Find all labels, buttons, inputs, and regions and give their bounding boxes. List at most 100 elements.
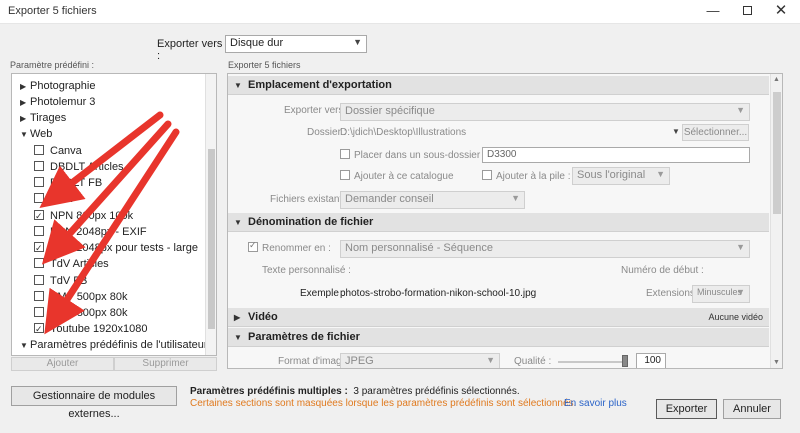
preset-label: NPN 2048px - EXIF: [50, 226, 147, 238]
add-catalog-label: Ajouter à ce catalogue: [354, 171, 454, 182]
minimize-button[interactable]: —: [702, 2, 724, 20]
close-button[interactable]: ✕: [770, 2, 792, 20]
preset-checkbox[interactable]: [34, 193, 44, 203]
rename-label: Renommer en :: [262, 243, 331, 254]
subfolder-checkbox-row[interactable]: Placer dans un sous-dossier :: [340, 149, 486, 161]
learn-more-link[interactable]: En savoir plus: [564, 398, 627, 409]
expand-triangle-icon: ▶: [20, 114, 27, 123]
preset-checkbox[interactable]: [34, 258, 44, 268]
example-value: photos-strobo-formation-nikon-school-10.…: [340, 288, 537, 299]
export-to-select[interactable]: Disque dur ▼: [225, 35, 367, 53]
preset-panel-label: Paramètre prédéfini :: [10, 60, 95, 70]
preset-checkbox[interactable]: [34, 240, 44, 256]
preset-item-dbdlt-articles[interactable]: DBDLT Articles: [34, 159, 124, 175]
chevron-down-icon: ▼: [353, 37, 362, 47]
chevron-down-icon: ▼: [511, 193, 520, 203]
section-video-header[interactable]: ▶ Vidéo Aucune vidéo: [228, 308, 769, 327]
rename-checkbox[interactable]: [248, 240, 258, 252]
preset-label: LCW: [50, 193, 75, 205]
chevron-down-icon: ▼: [656, 169, 665, 179]
select-value: JPEG: [345, 355, 374, 367]
chevron-down-icon: ▼: [736, 287, 745, 297]
scrollbar-thumb[interactable]: [773, 92, 781, 214]
preset-item-tdv-fb[interactable]: TdV FB: [34, 273, 87, 289]
preset-scrollbar[interactable]: [205, 74, 216, 355]
preset-item-tdv-articles[interactable]: TdV Articles: [34, 256, 109, 272]
section-title: Vidéo: [248, 311, 278, 323]
preset-item-vmp-500[interactable]: VMP 500px 80k: [34, 289, 127, 305]
preset-item-lcw[interactable]: LCW: [34, 191, 74, 207]
preset-item-npn-2048-exif[interactable]: NPN 2048px - EXIF: [34, 224, 147, 240]
add-stack-row[interactable]: Ajouter à la pile :: [482, 170, 571, 182]
section-location-header[interactable]: ▼ Emplacement d'exportation: [228, 76, 769, 95]
preset-label: Canva: [50, 145, 82, 157]
preset-checkbox[interactable]: [34, 226, 44, 236]
preset-checkbox[interactable]: [34, 145, 44, 155]
preset-checkbox[interactable]: [34, 161, 44, 171]
folder-dropdown-icon[interactable]: ▼: [672, 127, 680, 136]
scrollbar-thumb[interactable]: [208, 149, 215, 329]
scroll-down-icon[interactable]: ▼: [773, 359, 780, 366]
quality-slider-track[interactable]: [558, 361, 626, 363]
preset-folder-photolemur[interactable]: ▶ Photolemur 3: [20, 94, 95, 110]
preset-label: Photolemur 3: [30, 96, 96, 108]
scroll-up-icon[interactable]: ▲: [773, 76, 780, 83]
settings-scrollbar[interactable]: ▲ ▼: [770, 74, 782, 368]
remove-preset-button[interactable]: Supprimer: [114, 357, 217, 371]
select-value: Dossier spécifique: [345, 105, 435, 117]
preset-folder-web[interactable]: ▼ Web: [20, 126, 52, 142]
preset-checkbox[interactable]: [34, 208, 44, 224]
add-catalog-row[interactable]: Ajouter à ce catalogue: [340, 170, 454, 182]
preset-item-dbdlt-fb[interactable]: DBDLT FB: [34, 175, 102, 191]
stack-select[interactable]: Sous l'original ▼: [572, 167, 670, 185]
select-folder-button[interactable]: Sélectionner...: [682, 124, 749, 141]
module-manager-button[interactable]: Gestionnaire de modules externes...: [11, 386, 177, 420]
section-naming-header[interactable]: ▼ Dénomination de fichier: [228, 213, 769, 232]
section-file-settings-header[interactable]: ▼ Paramètres de fichier: [228, 328, 769, 347]
chevron-down-icon: ▼: [736, 105, 745, 115]
existing-files-select[interactable]: Demander conseil ▼: [340, 191, 525, 209]
chevron-down-icon: ▼: [486, 355, 495, 365]
collapse-triangle-icon: ▼: [20, 341, 28, 350]
preset-checkbox[interactable]: [34, 177, 44, 187]
preset-folder-tirages[interactable]: ▶ Tirages: [20, 110, 66, 126]
preset-folder-user[interactable]: ▼ Paramètres prédéfinis de l'utilisateur: [20, 337, 208, 353]
location-export-to-select[interactable]: Dossier spécifique ▼: [340, 103, 750, 121]
section-title: Emplacement d'exportation: [248, 79, 392, 91]
preset-label: Photographie: [30, 80, 96, 92]
quality-input[interactable]: 100: [636, 353, 666, 368]
preset-checkbox[interactable]: [34, 307, 44, 317]
quality-slider-handle[interactable]: [622, 355, 628, 367]
preset-checkbox[interactable]: [34, 321, 44, 337]
add-catalog-checkbox[interactable]: [340, 170, 350, 180]
preset-item-vmp-800[interactable]: VMP 800px 80k: [34, 305, 127, 321]
subfolder-input[interactable]: D3300: [482, 147, 750, 163]
preset-folder-photographie[interactable]: ▶ Photographie: [20, 78, 95, 94]
export-button[interactable]: Exporter: [656, 399, 717, 419]
chevron-down-icon: ▼: [736, 242, 745, 252]
export-settings-panel: ▼ Emplacement d'exportation Exporter vers…: [227, 73, 783, 369]
window-title: Exporter 5 fichiers: [8, 5, 97, 17]
preset-item-canva[interactable]: Canva: [34, 143, 82, 159]
subfolder-checkbox[interactable]: [340, 149, 350, 159]
image-format-select[interactable]: JPEG ▼: [340, 353, 500, 368]
preset-item-youtube[interactable]: Youtube 1920x1080: [34, 321, 147, 337]
start-number-label: Numéro de début :: [621, 265, 704, 276]
cancel-button[interactable]: Annuler: [723, 399, 781, 419]
preset-label: NPN 2048px pour tests - large: [50, 242, 198, 254]
rename-select[interactable]: Nom personnalisé - Séquence ▼: [340, 240, 750, 258]
preset-item-npn-800[interactable]: NPN 800px 100k: [34, 208, 133, 224]
select-value: Demander conseil: [345, 193, 434, 205]
add-stack-checkbox[interactable]: [482, 170, 492, 180]
extensions-select[interactable]: Minuscules ▼: [692, 285, 750, 303]
preset-label: Paramètres prédéfinis de l'utilisateur: [30, 339, 208, 351]
preset-checkbox[interactable]: [34, 291, 44, 301]
rename-row[interactable]: Renommer en :: [248, 240, 331, 254]
subfolder-label: Placer dans un sous-dossier :: [354, 150, 486, 161]
preset-item-npn-2048-tests[interactable]: NPN 2048px pour tests - large: [34, 240, 198, 256]
maximize-icon: [742, 6, 752, 15]
preset-checkbox[interactable]: [34, 275, 44, 285]
collapse-triangle-icon: ▼: [234, 218, 242, 227]
maximize-button[interactable]: [736, 2, 758, 20]
add-preset-button[interactable]: Ajouter: [11, 357, 114, 371]
